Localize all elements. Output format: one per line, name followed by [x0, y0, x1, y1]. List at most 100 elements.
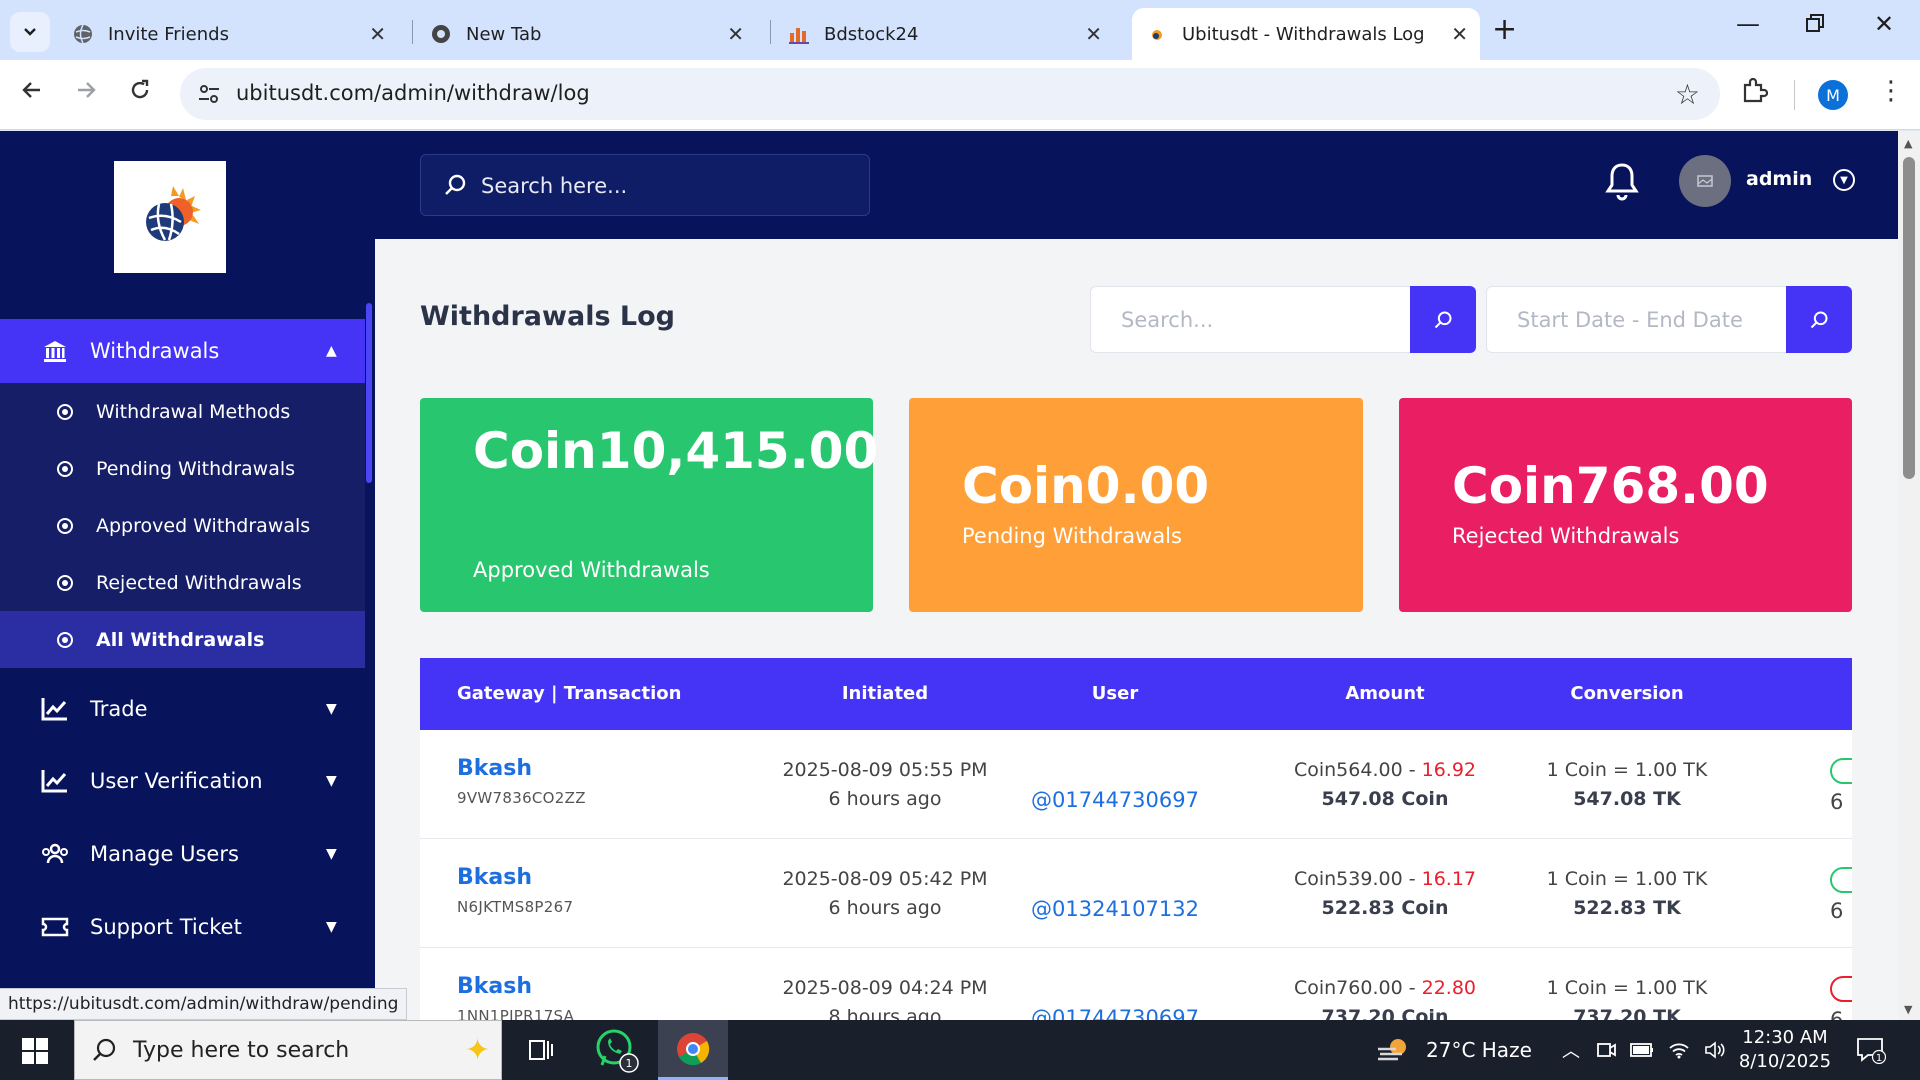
radio-dot-icon — [57, 460, 73, 477]
submenu-pending-withdrawals[interactable]: Pending Withdrawals — [0, 440, 365, 497]
whatsapp-icon: 1 — [596, 1029, 639, 1073]
submenu-withdrawal-methods[interactable]: Withdrawal Methods — [0, 383, 365, 440]
submenu-label: All Withdrawals — [96, 628, 265, 651]
approved-withdrawals-card[interactable]: Coin10,415.00 Approved Withdrawals — [420, 398, 879, 612]
chrome-icon — [430, 23, 452, 45]
amount-charge: 16.17 — [1421, 868, 1477, 890]
sidebar-item-label: User Verification — [90, 769, 263, 793]
tab-search-button[interactable] — [10, 12, 50, 52]
avatar[interactable] — [1679, 155, 1731, 207]
status-extra: 6 — [1830, 899, 1844, 923]
chevron-down-circle-icon[interactable]: ▼ — [1833, 169, 1855, 191]
stat-amount: Coin10,415.00 — [473, 422, 879, 480]
url-text[interactable]: ubitusdt.com/admin/withdraw/log — [236, 81, 590, 105]
reload-button[interactable] — [128, 78, 152, 109]
stat-label: Pending Withdrawals — [962, 524, 1182, 548]
extensions-puzzle-icon[interactable] — [1740, 76, 1768, 104]
pending-withdrawals-card[interactable]: Coin0.00 Pending Withdrawals — [909, 398, 1363, 612]
site-info-icon[interactable] — [196, 81, 222, 107]
site-logo[interactable] — [114, 161, 226, 273]
close-icon[interactable]: ✕ — [1085, 22, 1102, 46]
admin-username[interactable]: admin — [1746, 168, 1812, 190]
sidebar-item-support-ticket[interactable]: Support Ticket ▼ — [0, 897, 365, 957]
transaction-id: N6JKTMS8P267 — [457, 898, 574, 916]
sparkle-icon: ✦ — [465, 1033, 491, 1068]
volume-icon[interactable] — [1704, 1041, 1726, 1059]
back-button[interactable] — [20, 78, 44, 109]
task-view-icon — [529, 1040, 553, 1060]
minimize-button[interactable]: — — [1736, 10, 1760, 38]
chrome-icon — [677, 1032, 710, 1065]
weather-widget[interactable]: 27°C Haze — [1376, 1020, 1532, 1080]
system-tray: ︿ — [1562, 1020, 1726, 1080]
close-icon[interactable]: ✕ — [369, 22, 386, 46]
radio-dot-icon — [57, 574, 73, 591]
sidebar-item-user-verification[interactable]: User Verification ▼ — [0, 751, 365, 811]
sidebar-item-manage-users[interactable]: Manage Users ▼ — [0, 824, 365, 884]
chrome-taskbar-button[interactable] — [658, 1020, 728, 1080]
close-icon[interactable]: ✕ — [1451, 22, 1468, 46]
transaction-id: 9VW7836CO2ZZ — [457, 789, 586, 807]
scroll-up-arrow-icon[interactable]: ▲ — [1904, 137, 1912, 150]
whatsapp-taskbar-button[interactable]: 1 — [582, 1020, 652, 1080]
scroll-down-arrow-icon[interactable]: ▼ — [1904, 1003, 1912, 1016]
amount-cell: Coin760.00 - 22.80 737.20 Coin — [1220, 974, 1550, 1020]
submenu-all-withdrawals[interactable]: All Withdrawals — [0, 611, 365, 668]
profile-avatar-button[interactable]: M — [1818, 80, 1848, 110]
arrow-right-icon — [78, 82, 96, 98]
new-tab-button[interactable]: + — [1492, 12, 1517, 47]
windows-start-icon[interactable] — [22, 1038, 48, 1064]
chevron-up-icon: ▲ — [326, 343, 337, 359]
gateway-name[interactable]: Bkash — [457, 974, 532, 999]
link-preview-status: https://ubitusdt.com/admin/withdraw/pend… — [0, 988, 408, 1020]
tab-withdrawals-log[interactable]: Ubitusdt - Withdrawals Log ✕ — [1132, 8, 1480, 60]
sidebar-item-withdrawals[interactable]: Withdrawals ▲ — [0, 319, 365, 383]
close-icon[interactable]: ✕ — [727, 22, 744, 46]
tab-title: New Tab — [466, 23, 542, 45]
submenu-rejected-withdrawals[interactable]: Rejected Withdrawals — [0, 554, 365, 611]
gateway-name[interactable]: Bkash — [457, 865, 532, 890]
more-menu-icon[interactable]: ⋮ — [1878, 76, 1904, 106]
address-bar[interactable]: ubitusdt.com/admin/withdraw/log ☆ — [180, 68, 1720, 120]
amount-charge: 16.92 — [1421, 759, 1477, 781]
chevron-up-icon[interactable]: ︿ — [1562, 1037, 1580, 1063]
close-window-button[interactable]: ✕ — [1874, 10, 1894, 38]
page-scrollbar[interactable]: ▲ ▼ — [1898, 131, 1920, 1020]
taskbar-clock[interactable]: 12:30 AM 8/10/2025 — [1730, 1026, 1840, 1074]
search-icon — [1434, 311, 1452, 328]
task-view-button[interactable] — [505, 1020, 575, 1080]
bookmark-star-icon[interactable]: ☆ — [1675, 78, 1700, 111]
meet-now-icon[interactable] — [1596, 1040, 1616, 1060]
taskbar-search-text: Type here to search — [133, 1038, 350, 1063]
date-range-input[interactable] — [1486, 286, 1786, 353]
sidebar-scrollbar[interactable] — [366, 303, 372, 483]
date-search-button[interactable] — [1786, 286, 1852, 353]
column-header: Gateway | Transaction — [457, 683, 682, 704]
tab-invite-friends[interactable]: Invite Friends ✕ — [58, 8, 398, 60]
users-icon — [40, 839, 70, 869]
taskbar-search-box[interactable]: Type here to search ✦ — [74, 1020, 502, 1080]
notification-bell-icon[interactable] — [1605, 161, 1639, 201]
submenu-approved-withdrawals[interactable]: Approved Withdrawals — [0, 497, 365, 554]
global-search-input[interactable] — [481, 170, 851, 202]
forward-button[interactable] — [74, 78, 98, 109]
restore-button[interactable] — [1806, 10, 1824, 38]
tab-new-tab[interactable]: New Tab ✕ — [416, 8, 756, 60]
rejected-withdrawals-card[interactable]: Coin768.00 Rejected Withdrawals — [1399, 398, 1852, 612]
trx-search-button[interactable] — [1410, 286, 1476, 353]
table-row: Bkash N6JKTMS8P267 2025-08-09 05:42 PM 6… — [420, 839, 1852, 948]
battery-icon[interactable] — [1630, 1042, 1654, 1058]
wifi-icon[interactable] — [1668, 1041, 1690, 1059]
scrollbar-thumb[interactable] — [1903, 157, 1915, 479]
sidebar-item-trade[interactable]: Trade ▼ — [0, 679, 365, 739]
search-icon — [1810, 311, 1828, 328]
trx-search-input[interactable] — [1090, 286, 1410, 353]
notification-center-icon[interactable]: 1 — [1856, 1036, 1886, 1064]
clock-date: 8/10/2025 — [1738, 1051, 1832, 1072]
sidebar-item-label: Manage Users — [90, 842, 239, 866]
tab-bdstock24[interactable]: Bdstock24 ✕ — [774, 8, 1114, 60]
status-badge — [1830, 976, 1852, 1002]
amount-net: 522.83 Coin — [1321, 897, 1449, 919]
gateway-name[interactable]: Bkash — [457, 756, 532, 781]
radio-dot-icon — [57, 517, 73, 534]
